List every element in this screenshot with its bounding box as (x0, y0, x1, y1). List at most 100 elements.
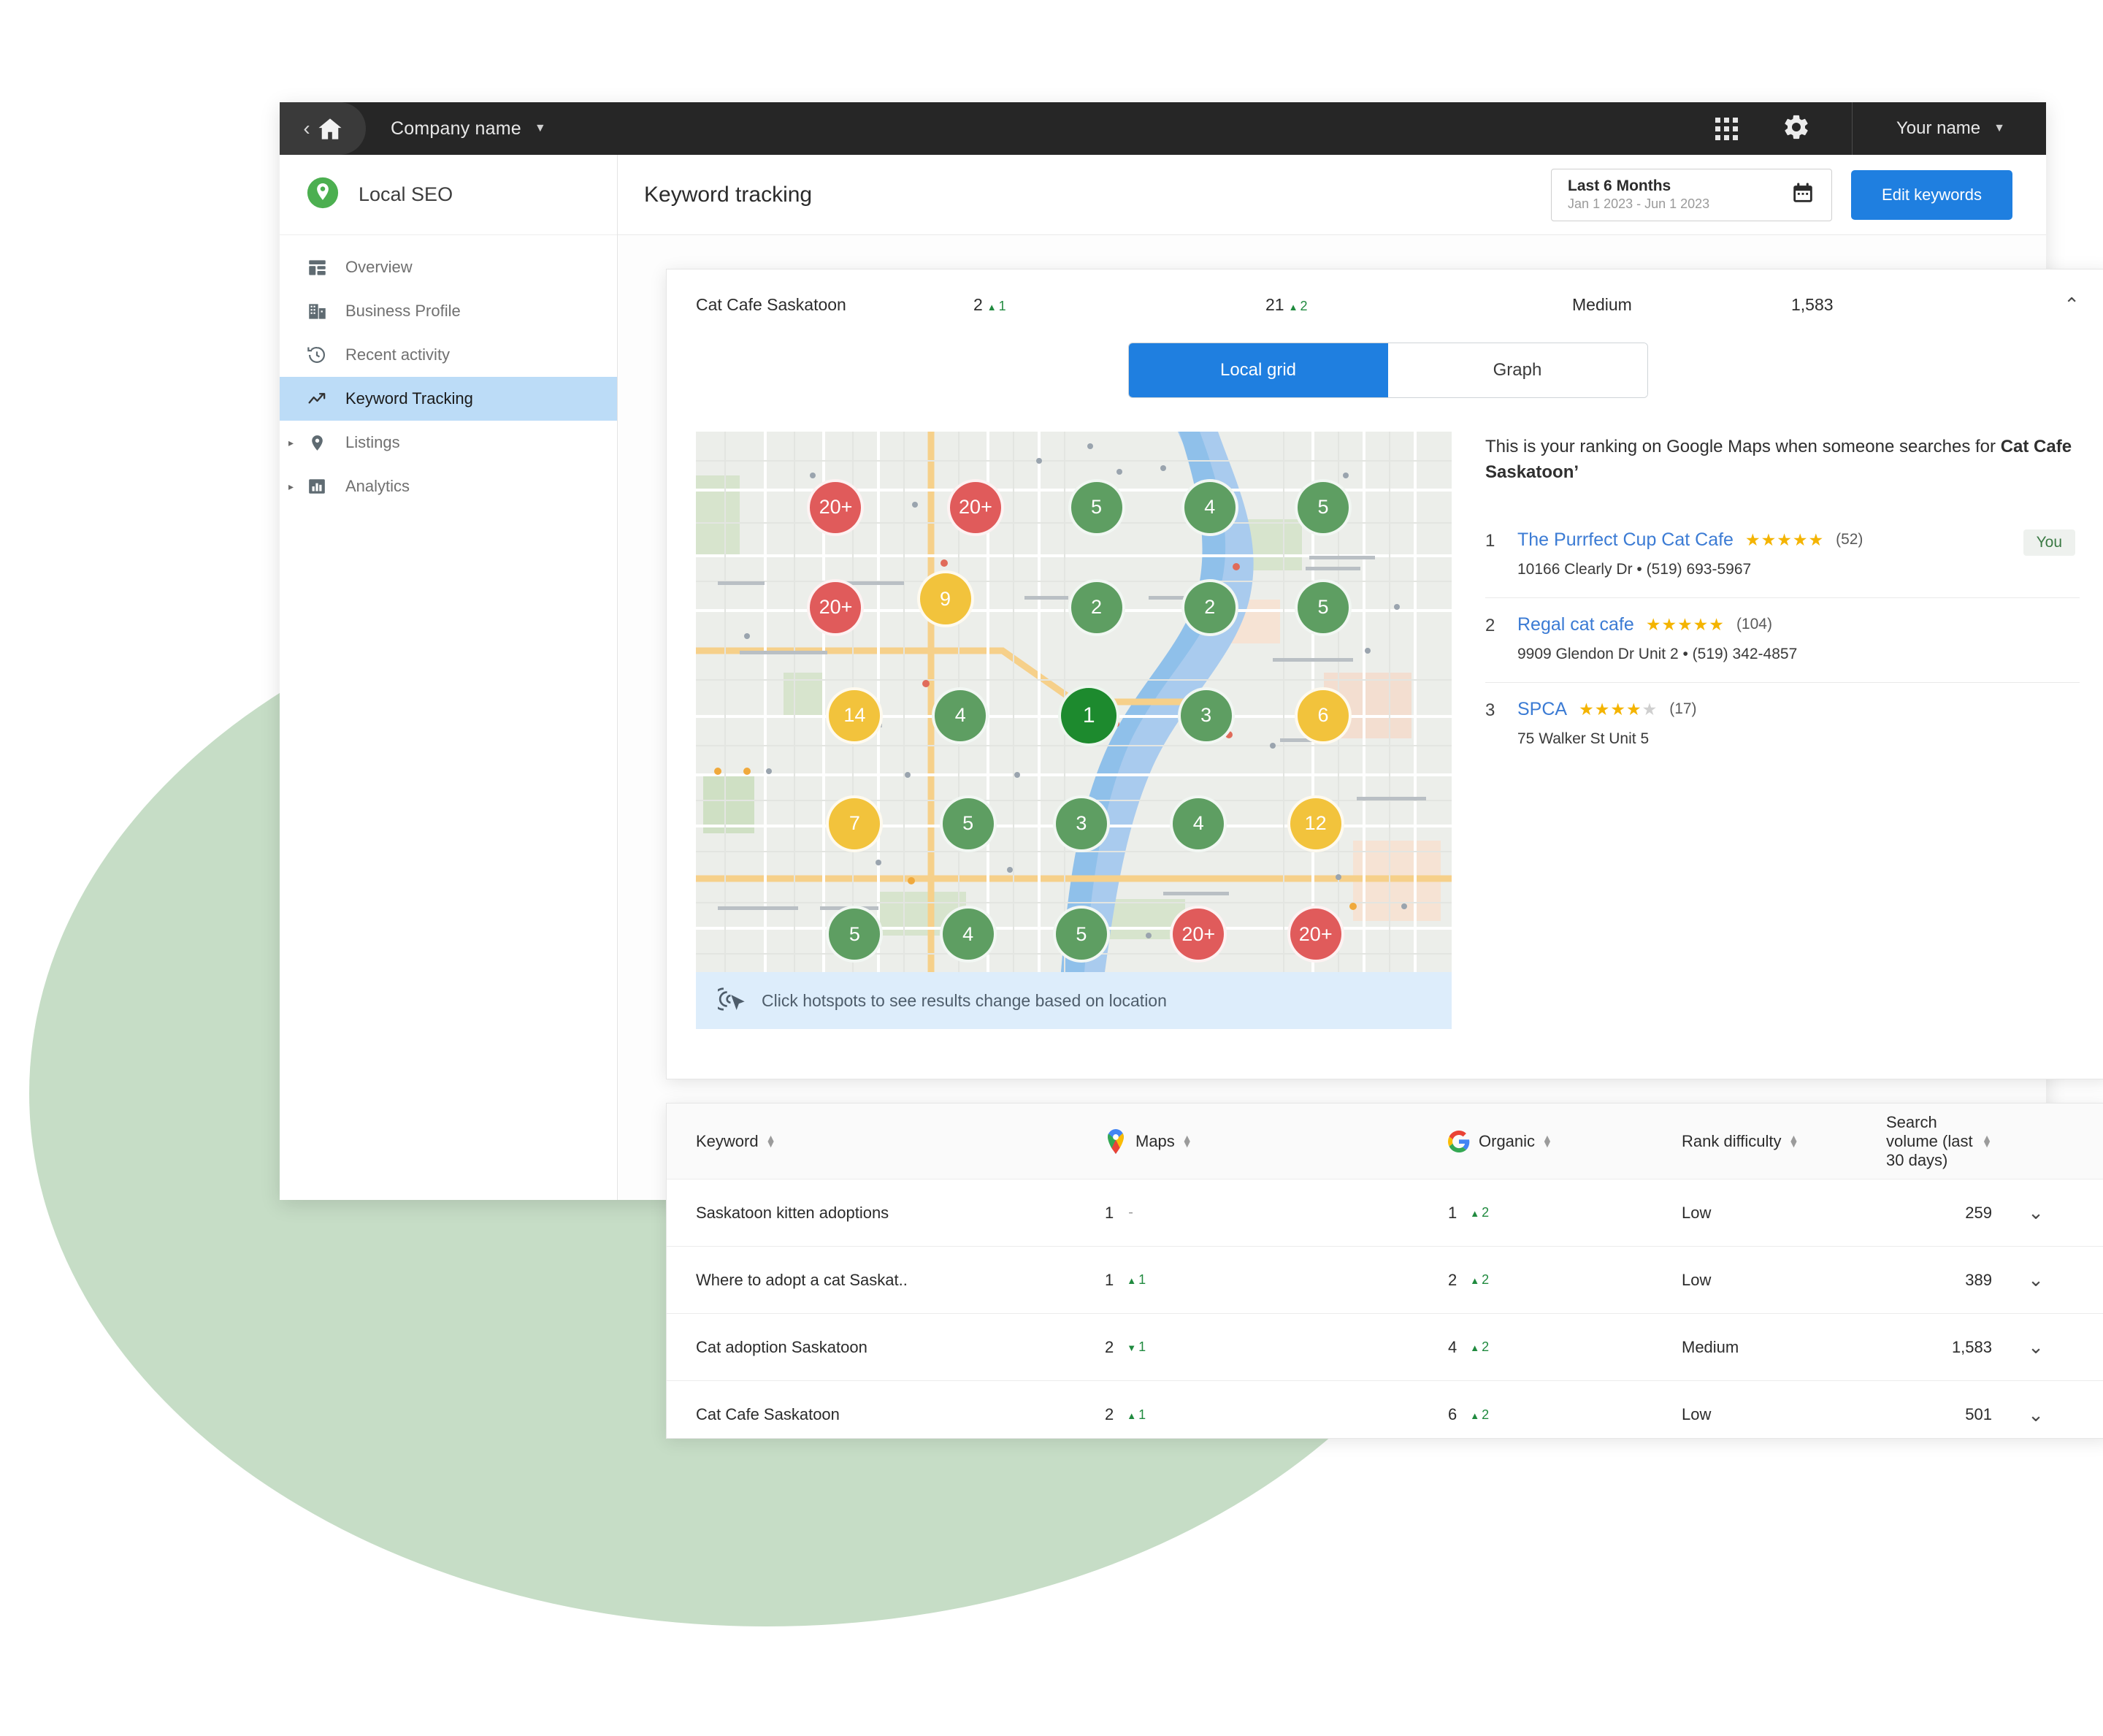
expand-row-button[interactable]: ⌄ (1992, 1336, 2080, 1358)
map-hotspot[interactable]: 5 (1068, 478, 1125, 536)
result-item[interactable]: 2 Regal cat cafe ★★★★★ (104) 9909 Glendo… (1485, 598, 2080, 683)
chevron-up-icon[interactable]: ⌃ (2064, 294, 2080, 316)
edit-keywords-button[interactable]: Edit keywords (1851, 169, 2012, 220)
sidebar-item-analytics[interactable]: ▸ Analytics (280, 464, 617, 508)
user-menu[interactable]: Your name ▼ (1851, 102, 2046, 155)
organic-rank-value: 1 (1448, 1203, 1457, 1222)
row-organic-rank: 62 (1448, 1405, 1682, 1424)
column-header-rank-difficulty[interactable]: Rank difficulty ▲ ▼ (1682, 1132, 1886, 1151)
column-header-maps[interactable]: Maps ▲ ▼ (1105, 1128, 1448, 1154)
row-organic-rank: 22 (1448, 1271, 1682, 1290)
map-hint-banner: Click hotspots to see results change bas… (696, 972, 1452, 1029)
chevron-right-icon[interactable]: ▸ (288, 437, 294, 449)
sort-icon[interactable]: ▲ ▼ (1789, 1133, 1799, 1148)
result-address: 9909 Glendon Dr Unit 2 • (519) 342-4857 (1517, 645, 1798, 662)
sidebar-item-business-profile[interactable]: Business Profile (280, 289, 617, 333)
map-hotspot[interactable]: 3 (1177, 687, 1235, 744)
result-name-link[interactable]: Regal cat cafe (1517, 614, 1634, 635)
row-organic-rank: 42 (1448, 1338, 1682, 1357)
sidebar-item-recent-activity[interactable]: Recent activity (280, 333, 617, 377)
brand-name: Local SEO (359, 183, 453, 205)
map-hotspot[interactable]: 4 (1170, 795, 1227, 852)
column-header-search-volume[interactable]: Search volume (last 30 days) ▲ ▼ (1886, 1113, 1992, 1170)
map-hotspot[interactable]: 5 (939, 795, 997, 852)
column-label: Search volume (last 30 days) (1886, 1112, 1973, 1169)
chevron-down-icon[interactable]: ⌄ (2028, 1336, 2044, 1358)
local-grid-map[interactable]: 20+ 20+ 5 4 5 20+ 9 2 2 5 14 4 1 3 6 7 5… (696, 432, 1452, 972)
map-hotspot[interactable]: 20+ (807, 578, 865, 636)
maps-rank-delta: 1 (1127, 1407, 1146, 1423)
sort-icon[interactable]: ▲ ▼ (766, 1133, 776, 1148)
collapse-row-button[interactable]: ⌃ (1966, 294, 2080, 316)
sidebar-item-label: Recent activity (345, 345, 451, 364)
table-row[interactable]: Saskatoon kitten adoptions 1- 12 Low 259… (667, 1179, 2103, 1247)
tab-graph[interactable]: Graph (1387, 343, 1647, 397)
map-hotspot[interactable]: 12 (1287, 795, 1344, 852)
map-hotspot[interactable]: 4 (1181, 478, 1238, 536)
chevron-left-icon[interactable]: ‹ (303, 118, 310, 139)
sort-icon[interactable]: ▲ ▼ (1182, 1133, 1192, 1148)
map-hotspot[interactable]: 14 (826, 687, 884, 744)
map-hotspot[interactable]: 4 (932, 687, 989, 744)
screenshot-root: ‹ Company name ▼ Your name ▼ Local SEO O… (0, 0, 2103, 1736)
map-hotspot[interactable]: 5 (1295, 578, 1352, 636)
column-header-keyword[interactable]: Keyword ▲ ▼ (696, 1132, 1105, 1151)
organic-rank-value: 2 (1448, 1270, 1457, 1289)
chevron-down-icon[interactable]: ▼ (535, 122, 546, 135)
map-hotspot[interactable]: 7 (826, 795, 884, 852)
sort-icon[interactable]: ▲ ▼ (1542, 1133, 1552, 1148)
result-item[interactable]: 1 The Purrfect Cup Cat Cafe ★★★★★ (52) 1… (1485, 513, 2080, 598)
chevron-down-icon[interactable]: ⌄ (2028, 1404, 2044, 1426)
calendar-icon[interactable] (1790, 180, 1815, 209)
chevron-right-icon[interactable]: ▸ (288, 481, 294, 493)
organic-rank-delta: 2 (1470, 1339, 1489, 1355)
row-keyword: Cat Cafe Saskatoon (696, 1405, 840, 1423)
date-range-picker[interactable]: Last 6 Months Jan 1 2023 - Jun 1 2023 (1551, 168, 1833, 221)
tab-local-grid[interactable]: Local grid (1128, 343, 1388, 397)
table-row[interactable]: Cat adoption Saskatoon 21 42 Medium 1,58… (667, 1314, 2103, 1381)
result-item[interactable]: 3 SPCA ★★★★★ (17) 75 Walker St Unit 5 (1485, 683, 2080, 767)
keyword-table: Keyword ▲ ▼ Maps ▲ ▼ Organic ▲ ▼ Rank di… (666, 1103, 2103, 1439)
expand-row-button[interactable]: ⌄ (1992, 1269, 2080, 1291)
table-row[interactable]: Cat Cafe Saskatoon 21 62 Low 501 ⌄ (667, 1381, 2103, 1448)
row-maps-rank: 1- (1105, 1204, 1448, 1223)
map-hotspot[interactable]: 4 (939, 906, 997, 963)
map-hotspot[interactable]: 9 (916, 570, 974, 628)
company-name-label[interactable]: Company name (391, 118, 521, 139)
row-maps-rank: 11 (1105, 1271, 1448, 1290)
map-hotspot[interactable]: 20+ (1287, 906, 1344, 963)
expanded-keyword-row[interactable]: Cat Cafe Saskatoon 21 212 Medium 1,583 ⌃ (667, 269, 2103, 340)
chevron-down-icon[interactable]: ⌄ (2028, 1269, 2044, 1291)
gear-icon[interactable] (1782, 112, 1811, 145)
column-header-organic[interactable]: Organic ▲ ▼ (1448, 1130, 1682, 1152)
map-hotspot[interactable]: 2 (1068, 578, 1125, 636)
map-hotspot[interactable]: 5 (1052, 906, 1110, 963)
sidebar-item-label: Overview (345, 258, 413, 276)
apps-grid-icon[interactable] (1715, 117, 1738, 140)
sidebar-item-keyword-tracking[interactable]: Keyword Tracking (280, 377, 617, 421)
map-hotspot[interactable]: 20+ (807, 478, 865, 536)
expand-row-button[interactable]: ⌄ (1992, 1404, 2080, 1426)
sort-icon[interactable]: ▲ ▼ (1982, 1133, 1992, 1148)
row-keyword: Saskatoon kitten adoptions (696, 1203, 889, 1222)
maps-rank-value: 2 (973, 294, 983, 314)
home-button[interactable]: ‹ (280, 102, 366, 155)
organic-rank-delta: 2 (1470, 1205, 1489, 1220)
result-name-link[interactable]: SPCA (1517, 699, 1567, 720)
map-hotspot[interactable]: 6 (1295, 687, 1352, 744)
home-icon[interactable] (318, 118, 342, 140)
results-list: 1 The Purrfect Cup Cat Cafe ★★★★★ (52) 1… (1485, 513, 2080, 767)
map-hotspot[interactable]: 5 (1295, 478, 1352, 536)
result-name-link[interactable]: The Purrfect Cup Cat Cafe (1517, 529, 1734, 551)
table-row[interactable]: Where to adopt a cat Saskat.. 11 22 Low … (667, 1247, 2103, 1314)
sidebar-item-overview[interactable]: Overview (280, 245, 617, 289)
chevron-down-icon[interactable]: ⌄ (2028, 1201, 2044, 1224)
sidebar-item-listings[interactable]: ▸ Listings (280, 421, 617, 464)
map-hotspot[interactable]: 20+ (946, 478, 1004, 536)
map-hotspot[interactable]: 20+ (1170, 906, 1227, 963)
map-hotspot[interactable]: 2 (1181, 578, 1238, 636)
map-hotspot[interactable]: 3 (1052, 795, 1110, 852)
map-hotspot[interactable]: 5 (826, 906, 884, 963)
map-hotspot-best[interactable]: 1 (1058, 684, 1120, 746)
expand-row-button[interactable]: ⌄ (1992, 1201, 2080, 1224)
